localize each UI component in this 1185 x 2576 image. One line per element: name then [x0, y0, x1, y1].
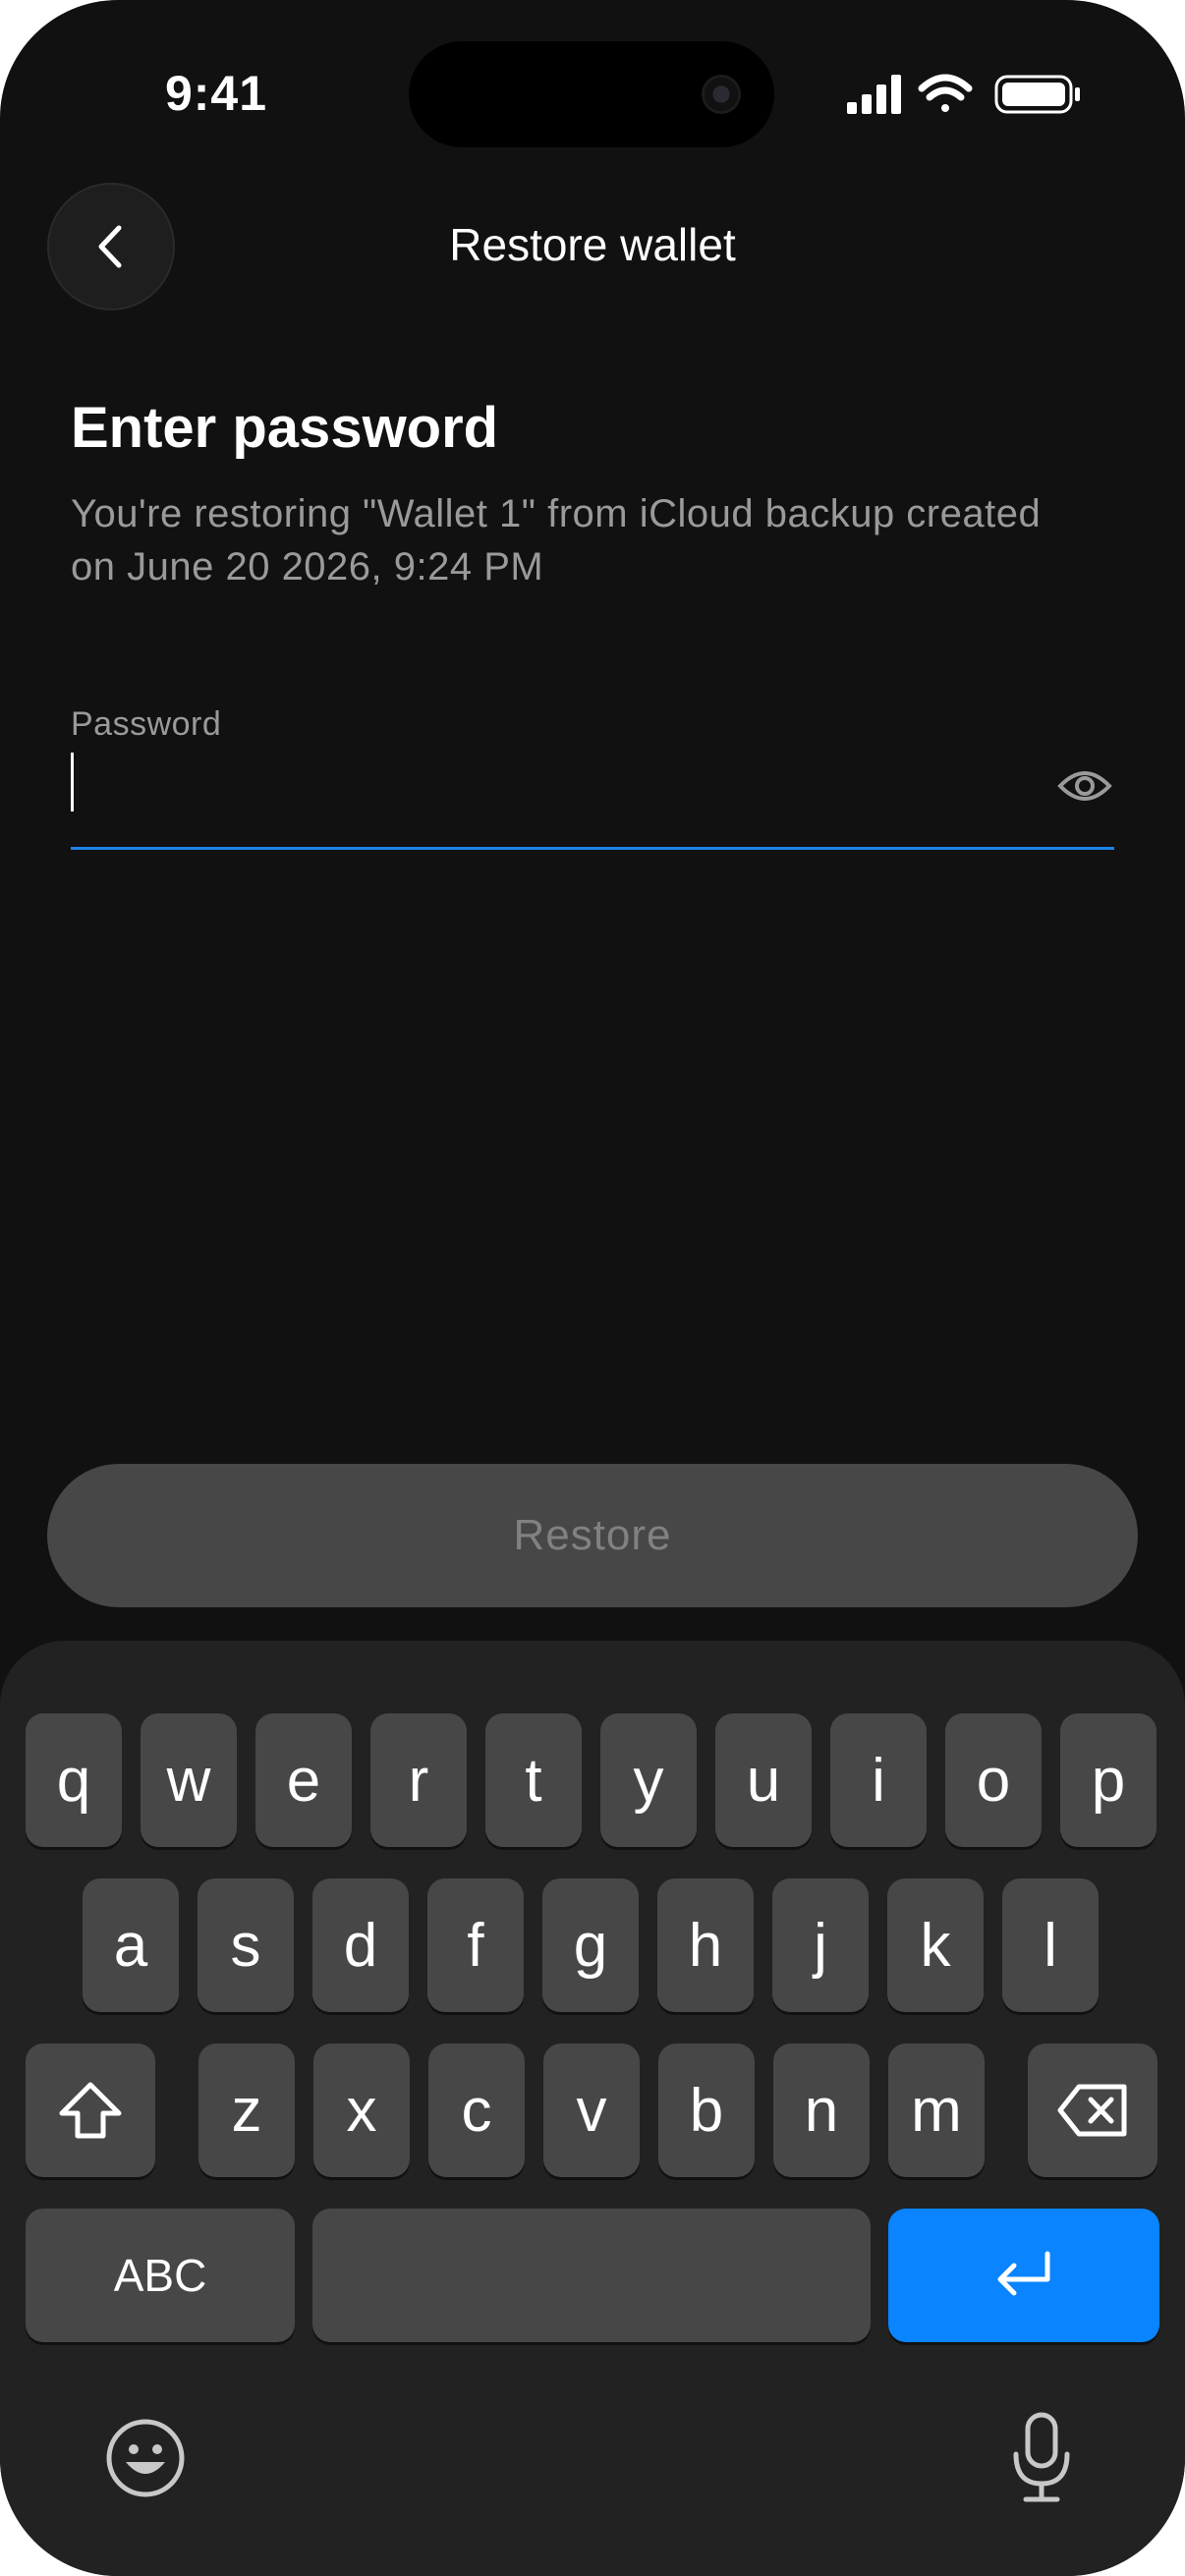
key-i[interactable]: i: [830, 1713, 927, 1847]
key-q[interactable]: q: [26, 1713, 122, 1847]
key-t[interactable]: t: [485, 1713, 582, 1847]
key-n[interactable]: n: [773, 2044, 870, 2177]
key-m[interactable]: m: [888, 2044, 985, 2177]
signal-icon: [847, 75, 901, 114]
status-time: 9:41: [164, 66, 268, 121]
key-p[interactable]: p: [1060, 1713, 1157, 1847]
shift-icon: [59, 2082, 122, 2139]
key-y[interactable]: y: [600, 1713, 697, 1847]
microphone-icon[interactable]: [1010, 2411, 1073, 2505]
eye-icon[interactable]: [1057, 758, 1112, 813]
abc-key[interactable]: ABC: [26, 2209, 295, 2342]
key-g[interactable]: g: [542, 1878, 639, 2012]
key-u[interactable]: u: [715, 1713, 812, 1847]
page-title: Restore wallet: [449, 219, 736, 270]
keyboard: qwertyuiop asdfghjkl zxcvbnm ABC: [0, 1641, 1185, 2576]
key-a[interactable]: a: [83, 1878, 179, 2012]
dynamic-island: [409, 41, 774, 147]
return-key[interactable]: [888, 2209, 1159, 2342]
key-l[interactable]: l: [1002, 1878, 1099, 2012]
key-x[interactable]: x: [313, 2044, 410, 2177]
back-button[interactable]: [47, 183, 175, 310]
key-s[interactable]: s: [198, 1878, 294, 2012]
key-r[interactable]: r: [370, 1713, 467, 1847]
key-o[interactable]: o: [945, 1713, 1042, 1847]
key-w[interactable]: w: [141, 1713, 237, 1847]
wifi-icon: [918, 74, 973, 112]
key-z[interactable]: z: [198, 2044, 295, 2177]
restore-description: You're restoring "Wallet 1" from iCloud …: [71, 492, 1042, 588]
shift-key[interactable]: [26, 2044, 155, 2177]
key-c[interactable]: c: [428, 2044, 525, 2177]
key-d[interactable]: d: [312, 1878, 409, 2012]
return-icon: [997, 2251, 1050, 2296]
key-j[interactable]: j: [772, 1878, 869, 2012]
delete-icon: [1057, 2084, 1127, 2137]
space-key[interactable]: [312, 2209, 871, 2342]
restore-button[interactable]: Restore: [47, 1464, 1138, 1607]
password-label: Password: [71, 705, 222, 743]
key-e[interactable]: e: [255, 1713, 352, 1847]
password-input[interactable]: [71, 749, 1114, 850]
phone-screen: 9:41 Restore wallet Enter password You'r…: [0, 0, 1185, 2576]
key-h[interactable]: h: [657, 1878, 754, 2012]
section-heading: Enter password: [71, 396, 499, 460]
battery-icon: [994, 75, 1080, 114]
camera-icon: [702, 75, 741, 114]
text-caret: [71, 753, 74, 812]
delete-key[interactable]: [1028, 2044, 1157, 2177]
key-k[interactable]: k: [887, 1878, 984, 2012]
chevron-left-icon: [98, 225, 122, 268]
key-f[interactable]: f: [427, 1878, 524, 2012]
emoji-icon[interactable]: [104, 2417, 187, 2499]
status-icons: [847, 74, 1080, 114]
key-v[interactable]: v: [543, 2044, 640, 2177]
key-b[interactable]: b: [658, 2044, 755, 2177]
